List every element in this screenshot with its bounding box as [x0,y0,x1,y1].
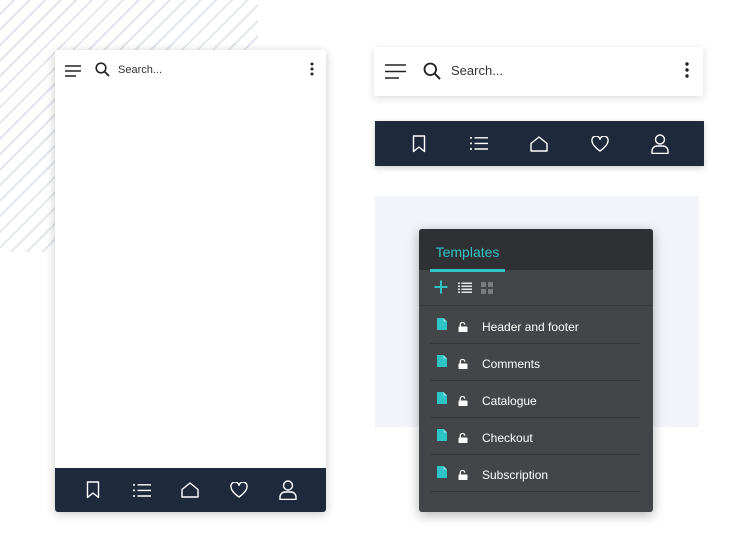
nav-favorites[interactable] [224,475,254,505]
search-input[interactable]: Search... [118,64,162,76]
list-view-button[interactable] [458,281,472,299]
tab-templates[interactable]: Templates [430,229,505,272]
template-item-comments[interactable]: Comments [430,344,640,381]
phone-top-bar: Search... [55,50,326,90]
nav-favorites[interactable] [585,129,615,159]
list-icon [132,483,151,497]
unlock-icon[interactable] [458,430,468,448]
home-icon [181,482,200,498]
menu-icon[interactable] [385,64,406,84]
nav-home[interactable] [524,129,554,159]
list-view-icon [458,282,472,293]
unlock-icon[interactable] [458,393,468,411]
panel-header: Templates [419,229,653,272]
nav-profile[interactable] [273,475,303,505]
unlock-icon[interactable] [458,467,468,485]
user-icon [278,480,297,500]
add-template-button[interactable] [434,280,448,299]
template-item-label: Checkout [482,431,533,445]
phone-bottom-nav [55,468,326,512]
search-icon[interactable] [95,62,110,82]
file-icon [437,391,447,409]
grid-view-icon [481,282,493,294]
nav-list[interactable] [127,475,157,505]
file-icon [437,465,447,483]
phone-mockup: Search... [55,50,326,512]
nav-profile[interactable] [645,129,675,159]
home-icon [530,135,549,152]
template-item-subscription[interactable]: Subscription [430,455,640,492]
bookmark-icon [87,481,100,499]
template-item-catalogue[interactable]: Catalogue [430,381,640,418]
unlock-icon[interactable] [458,319,468,337]
template-item-label: Subscription [482,468,549,482]
search-icon[interactable] [423,62,441,85]
user-icon [651,133,669,154]
panel-toolbar [419,274,653,303]
grid-view-button[interactable] [481,281,493,299]
toolbar-divider [419,305,653,306]
more-vertical-icon[interactable] [685,62,689,83]
templates-panel: Templates Header and footer Comments Cat… [419,229,653,512]
template-list: Header and footer Comments Catalogue Che… [430,307,640,492]
nav-bookmark[interactable] [404,129,434,159]
bottom-nav-bar [375,121,704,166]
template-item-label: Catalogue [482,394,537,408]
search-bar: Search... [374,47,703,96]
heart-icon [590,135,609,152]
nav-list[interactable] [464,129,494,159]
file-icon [437,354,447,372]
template-item-label: Comments [482,357,541,371]
template-item-label: Header and footer [482,320,579,334]
search-input[interactable]: Search... [451,63,503,78]
list-icon [470,137,489,150]
more-vertical-icon[interactable] [310,62,314,81]
nav-bookmark[interactable] [78,475,108,505]
heart-icon [230,482,248,498]
template-item-header-and-footer[interactable]: Header and footer [430,307,640,344]
add-icon [434,280,448,294]
unlock-icon[interactable] [458,356,468,374]
menu-icon[interactable] [65,64,81,82]
bookmark-icon [412,134,426,152]
template-item-checkout[interactable]: Checkout [430,418,640,455]
file-icon [437,428,447,446]
nav-home[interactable] [175,475,205,505]
file-icon [437,317,447,335]
